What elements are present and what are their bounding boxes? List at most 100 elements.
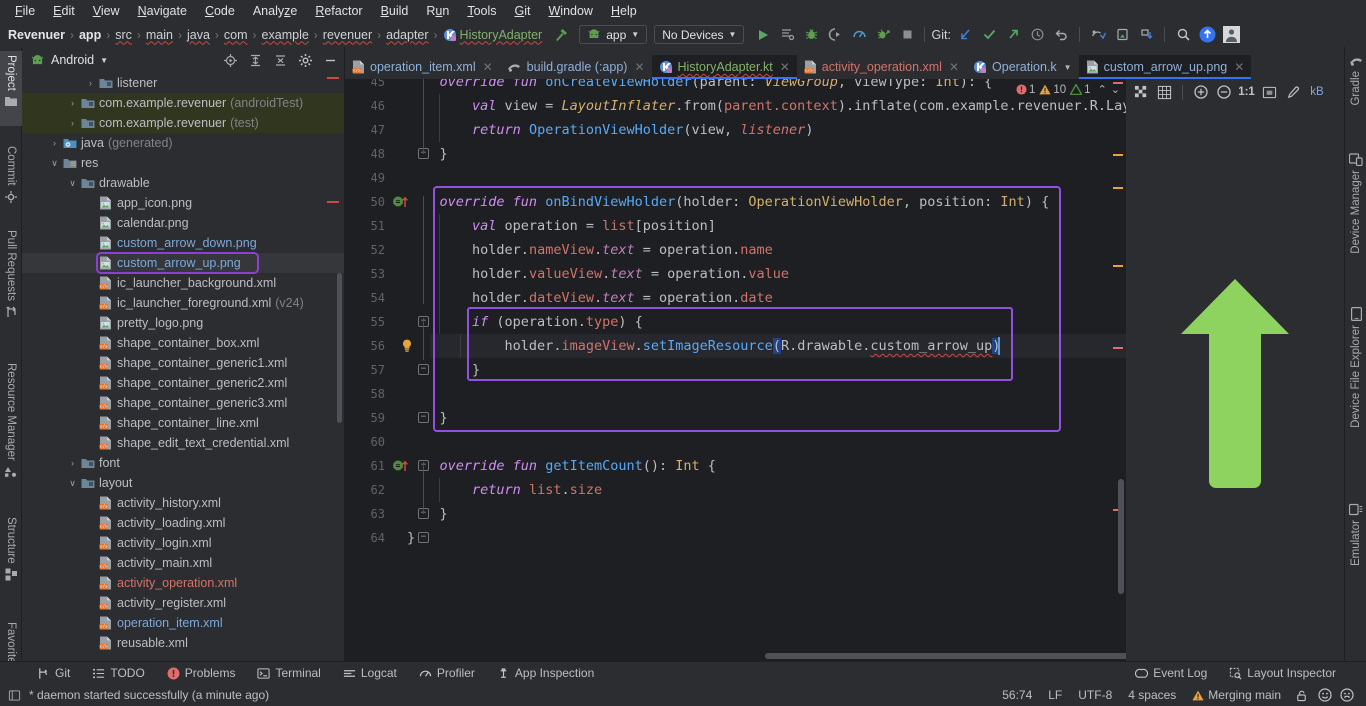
fold-marker[interactable]: − — [418, 532, 429, 543]
next-problem-icon[interactable]: ⌄ — [1111, 83, 1120, 96]
tree-item-res[interactable]: ∨ res — [22, 153, 344, 173]
chevron-right-icon[interactable]: › — [66, 98, 79, 108]
project-tree-scrollbar[interactable] — [337, 273, 342, 423]
tree-item-ic-launcher-background-xml[interactable]: </> ic_launcher_background.xml — [22, 273, 344, 293]
editor-tab-activity-operation-xml[interactable]: </> activity_operation.xml ✕ — [797, 55, 966, 79]
menu-item-file[interactable]: File — [6, 2, 44, 20]
project-tree[interactable]: › listener › com.example.revenuer (androidTe… — [22, 73, 344, 661]
smiley-sad-icon[interactable] — [1336, 688, 1358, 702]
line-separator[interactable]: LF — [1040, 688, 1070, 702]
transparency-chessboard-icon[interactable] — [1130, 81, 1153, 104]
menu-item-window[interactable]: Window — [539, 2, 601, 20]
tree-item-ic-launcher-foreground-xml[interactable]: </> ic_launcher_foreground.xml (v24) — [22, 293, 344, 313]
hide-panel-icon[interactable] — [321, 51, 340, 70]
tree-item-activity-history-xml[interactable]: </> activity_history.xml — [22, 493, 344, 513]
git-push-icon[interactable] — [1003, 24, 1025, 46]
tree-item-shape-container-generic3-xml[interactable]: </> shape_container_generic3.xml — [22, 393, 344, 413]
editor-tab-operation-k[interactable]: Operation.k ▼ — [966, 55, 1079, 79]
lock-open-icon[interactable] — [1289, 689, 1314, 702]
editor-tab-build-gradle-app-[interactable]: build.gradle (:app) ✕ — [500, 55, 652, 79]
status-icon[interactable] — [8, 689, 21, 702]
error-stripe-mark[interactable] — [1113, 347, 1123, 349]
debug-icon[interactable] — [800, 24, 822, 46]
tree-item-com-example-revenuer[interactable]: › com.example.revenuer (androidTest) — [22, 93, 344, 113]
fit-to-window-icon[interactable] — [1258, 81, 1281, 104]
warning-stripe-mark[interactable] — [1113, 154, 1123, 156]
bottom-tab-logcat[interactable]: Logcat — [332, 666, 408, 680]
error-count-badge[interactable]: 1 — [1016, 84, 1035, 96]
tree-item-custom-arrow-up-png[interactable]: custom_arrow_up.png — [22, 253, 344, 273]
chevron-right-icon[interactable]: › — [84, 78, 97, 88]
tree-item-calendar-png[interactable]: calendar.png — [22, 213, 344, 233]
avatar-icon[interactable] — [1221, 24, 1243, 46]
breadcrumb-item-main[interactable]: main — [146, 28, 173, 42]
search-everywhere-icon[interactable] — [1173, 24, 1195, 46]
breadcrumb-item-adapter[interactable]: adapter — [386, 28, 428, 42]
color-picker-icon[interactable] — [1281, 81, 1304, 104]
chevron-down-icon[interactable]: ∨ — [66, 178, 79, 189]
tree-item-com-example-revenuer[interactable]: › com.example.revenuer (test) — [22, 113, 344, 133]
rail-tab-resource-manager[interactable]: Resource Manager — [0, 359, 22, 497]
tree-item-shape-container-generic2-xml[interactable]: </> shape_container_generic2.xml — [22, 373, 344, 393]
git-branch-widget[interactable]: Merging main — [1184, 688, 1289, 702]
menu-item-help[interactable]: Help — [602, 2, 646, 20]
menu-item-tools[interactable]: Tools — [458, 2, 505, 20]
close-icon[interactable]: ✕ — [481, 60, 493, 74]
breadcrumb-item-app[interactable]: app — [79, 28, 101, 42]
history-icon[interactable] — [1027, 24, 1049, 46]
menu-item-edit[interactable]: Edit — [44, 2, 84, 20]
rail-tab-gradle[interactable]: Gradle — [1345, 51, 1366, 119]
indent-setting[interactable]: 4 spaces — [1120, 688, 1184, 702]
settings-gear-icon[interactable] — [296, 51, 315, 70]
select-opened-file-icon[interactable] — [221, 51, 240, 70]
menu-item-navigate[interactable]: Navigate — [129, 2, 196, 20]
device-download-icon[interactable] — [1136, 24, 1158, 46]
tree-item-reusable-xml[interactable]: </> reusable.xml — [22, 633, 344, 653]
tree-item-java[interactable]: › java (generated) — [22, 133, 344, 153]
tree-item-activity-register-xml[interactable]: </> activity_register.xml — [22, 593, 344, 613]
git-update-icon[interactable] — [955, 24, 977, 46]
tree-item-shape-edit-text-credential-xml[interactable]: </> shape_edit_text_credential.xml — [22, 433, 344, 453]
editor-horizontal-scrollbar[interactable] — [765, 653, 1126, 659]
bottom-tool-bar[interactable]: Git TODO Problems Terminal Logcat Profil… — [0, 661, 1366, 684]
menu-item-git[interactable]: Git — [506, 2, 540, 20]
tree-item-shape-container-generic1-xml[interactable]: </> shape_container_generic1.xml — [22, 353, 344, 373]
tree-item-pretty-logo-png[interactable]: pretty_logo.png — [22, 313, 344, 333]
image-preview-toolbar[interactable]: 1:1 kB — [1126, 79, 1344, 105]
rail-tab-emulator[interactable]: Emulator — [1345, 499, 1366, 581]
bottom-tab-profiler[interactable]: Profiler — [408, 666, 486, 680]
editor-tab-operation-item-xml[interactable]: </> operation_item.xml ✕ — [345, 55, 500, 79]
bottom-tab-event-log[interactable]: Event Log — [1124, 666, 1218, 680]
warning-count-badge[interactable]: 10 — [1039, 84, 1066, 96]
actual-size-icon[interactable]: 1:1 — [1235, 81, 1258, 104]
tree-item-shape-container-line-xml[interactable]: </> shape_container_line.xml — [22, 413, 344, 433]
expand-all-icon[interactable] — [246, 51, 265, 70]
inspection-widget[interactable]: 1 10 1 ⌃ ⌄ — [1016, 83, 1120, 96]
file-encoding[interactable]: UTF-8 — [1070, 688, 1120, 702]
chevron-right-icon[interactable]: › — [66, 118, 79, 128]
previous-problem-icon[interactable]: ⌃ — [1095, 83, 1107, 96]
run-icon[interactable] — [752, 24, 774, 46]
tree-item-shape-container-box-xml[interactable]: </> shape_container_box.xml — [22, 333, 344, 353]
zoom-out-icon[interactable] — [1212, 81, 1235, 104]
caret-position[interactable]: 56:74 — [994, 688, 1040, 702]
chevron-down-icon[interactable]: ▼ — [1062, 63, 1072, 72]
attach-debugger-icon[interactable] — [872, 24, 894, 46]
tree-item-activity-login-xml[interactable]: </> activity_login.xml — [22, 533, 344, 553]
bottom-tab-layout-inspector[interactable]: Layout Inspector — [1218, 666, 1366, 680]
warning-stripe-mark[interactable] — [1113, 187, 1123, 189]
code-editor[interactable]: 45 override fun onCreateViewHolder(paren… — [345, 79, 1126, 661]
chevron-right-icon[interactable]: › — [48, 138, 61, 148]
rail-tab-pull-requests[interactable]: Pull Requests — [0, 226, 22, 343]
close-icon[interactable]: ✕ — [778, 60, 790, 74]
git-branch-compare-icon[interactable] — [1088, 24, 1110, 46]
bottom-tab-git[interactable]: Git — [26, 666, 81, 680]
device-mirror-icon[interactable] — [1112, 24, 1134, 46]
warning-stripe-mark[interactable] — [1113, 265, 1123, 267]
tree-item-activity-loading-xml[interactable]: </> activity_loading.xml — [22, 513, 344, 533]
breadcrumb-item-historyadapter[interactable]: HistoryAdapter — [460, 28, 543, 42]
bottom-tab-problems[interactable]: Problems — [156, 666, 247, 680]
chevron-right-icon[interactable]: › — [66, 458, 79, 468]
breadcrumb-item-revenuer[interactable]: revenuer — [323, 28, 372, 42]
breadcrumb-item-java[interactable]: java — [187, 28, 210, 42]
